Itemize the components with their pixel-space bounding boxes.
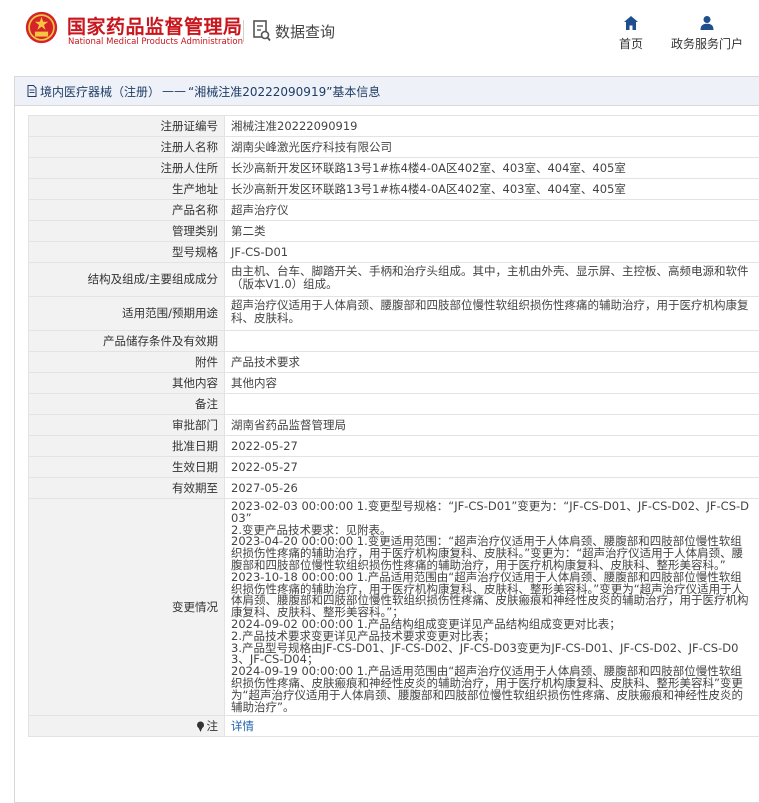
- field-label: 管理类别: [28, 220, 225, 242]
- field-label: 生效日期: [28, 456, 225, 478]
- field-value: 湖南尖峰激光医疗科技有限公司: [224, 136, 759, 158]
- user-icon: [700, 16, 714, 30]
- table-row: 附件 产品技术要求: [28, 351, 759, 373]
- field-value: 2022-05-27: [224, 456, 759, 478]
- details-link[interactable]: 详情: [231, 719, 254, 733]
- field-label: 其他内容: [28, 372, 225, 394]
- table-row: 其他内容 其他内容: [28, 372, 759, 394]
- document-icon: [27, 85, 37, 97]
- table-row: 有效期至 2027-05-26: [28, 477, 759, 499]
- site-title-en: National Medical Products Administration: [68, 37, 243, 47]
- data-query-label: 数据查询: [275, 22, 336, 41]
- field-value: 2022-05-27: [224, 435, 759, 457]
- site-title[interactable]: 国家药品监督管理局: [67, 12, 243, 39]
- table-row: 注册证编号 湘械注准20222090919: [28, 115, 759, 137]
- nav-home-label: 首页: [618, 37, 643, 51]
- table-row: 生产地址 长沙高新开发区环联路13号1#栋4楼4-0A区402室、403室、40…: [28, 178, 759, 200]
- table-row: 型号规格 JF-CS-D01: [28, 241, 759, 263]
- table-row: 适用范围/预期用途 超声治疗仪适用于人体肩颈、腰腹部和四肢部位慢性软组织损伤性疼…: [28, 296, 759, 331]
- detail-panel: 境内医疗器械（注册） —— “湘械注准20222090919”基本信息 注册证编…: [14, 76, 759, 803]
- table-row: 批准日期 2022-05-27: [28, 435, 759, 457]
- nav-home[interactable]: 首页: [613, 15, 649, 52]
- table-row-changes: 变更情况 2023-02-03 00:00:00 1.变更型号规格：“JF-CS…: [28, 497, 759, 717]
- pin-icon: [196, 721, 204, 732]
- table-row: 审批部门 湖南省药品监督管理局: [28, 414, 759, 436]
- change-line: 2024-09-19 00:00:00 1.产品适用范围由“超声治疗仪适用于人体…: [231, 664, 743, 714]
- table-row: 生效日期 2022-05-27: [28, 456, 759, 478]
- note-value: 详情: [224, 715, 759, 738]
- change-line: 2023-10-18 00:00:00 1.产品适用范围由“超声治疗仪适用于人体…: [231, 569, 749, 620]
- data-query-icon: [253, 20, 271, 42]
- changes-label: 变更情况: [28, 497, 225, 717]
- field-value: 第二类: [224, 220, 759, 242]
- table-row: 产品名称 超声治疗仪: [28, 199, 759, 221]
- breadcrumb-record: “湘械注准20222090919”基本信息: [188, 84, 381, 99]
- breadcrumb-category[interactable]: 境内医疗器械（注册）: [40, 83, 160, 100]
- field-label: 结构及组成/主要组成成分: [28, 262, 225, 297]
- field-label: 备注: [28, 393, 225, 415]
- table-row-note: 注 详情: [28, 715, 759, 738]
- field-label: 产品名称: [28, 199, 225, 221]
- field-value: 长沙高新开发区环联路13号1#栋4楼4-0A区402室、403室、404室、40…: [224, 157, 759, 179]
- field-value: [224, 393, 759, 415]
- field-value: JF-CS-D01: [224, 241, 759, 263]
- field-value: 其他内容: [224, 372, 759, 394]
- field-value: 超声治疗仪: [224, 199, 759, 221]
- field-value: 超声治疗仪适用于人体肩颈、腰腹部和四肢部位慢性软组织损伤性疼痛的辅助治疗，用于医…: [224, 296, 759, 331]
- registration-info-table: 注册证编号 湘械注准20222090919 注册人名称 湖南尖峰激光医疗科技有限…: [28, 115, 759, 738]
- field-label: 型号规格: [28, 241, 225, 263]
- field-value: 产品技术要求: [224, 351, 759, 373]
- site-header: 国家药品监督管理局 National Medical Products Admi…: [0, 0, 759, 66]
- table-row: 注册人住所 长沙高新开发区环联路13号1#栋4楼4-0A区402室、403室、4…: [28, 157, 759, 179]
- nav-gov-portal-label: 政务服务门户: [670, 37, 743, 51]
- field-value: [224, 330, 759, 352]
- table-row: 管理类别 第二类: [28, 220, 759, 242]
- breadcrumb-separator: ——: [162, 84, 187, 98]
- change-line: 2023-04-20 00:00:00 1.变更适用范围：“超声治疗仪适用于人体…: [231, 534, 744, 572]
- field-label: 生产地址: [28, 178, 225, 200]
- data-query-heading[interactable]: 数据查询: [253, 20, 335, 42]
- field-label: 注册证编号: [28, 115, 225, 137]
- field-value: 2027-05-26: [224, 477, 759, 499]
- field-label: 注册人住所: [28, 157, 225, 179]
- note-label-cell: 注: [28, 715, 225, 738]
- national-emblem-icon: [25, 11, 58, 44]
- table-row: 备注: [28, 393, 759, 415]
- table-row: 注册人名称 湖南尖峰激光医疗科技有限公司: [28, 136, 759, 158]
- change-line: 2023-02-03 00:00:00 1.变更型号规格：“JF-CS-D01”…: [231, 499, 749, 525]
- changes-value: 2023-02-03 00:00:00 1.变更型号规格：“JF-CS-D01”…: [224, 497, 759, 717]
- change-line: 3.产品型号规格由JF-CS-D01、JF-CS-D02、JF-CS-D03变更…: [231, 640, 739, 667]
- field-label: 注册人名称: [28, 136, 225, 158]
- field-label: 有效期至: [28, 477, 225, 499]
- field-label: 批准日期: [28, 435, 225, 457]
- home-icon: [624, 16, 638, 30]
- header-divider: [243, 20, 244, 42]
- field-value: 长沙高新开发区环联路13号1#栋4楼4-0A区402室、403室、404室、40…: [224, 178, 759, 200]
- field-value: 由主机、台车、脚踏开关、手柄和治疗头组成。其中，主机由外壳、显示屏、主控板、高频…: [224, 262, 759, 297]
- field-label: 适用范围/预期用途: [28, 296, 225, 331]
- table-row: 结构及组成/主要组成成分 由主机、台车、脚踏开关、手柄和治疗头组成。其中，主机由…: [28, 262, 759, 297]
- breadcrumb: 境内医疗器械（注册） —— “湘械注准20222090919”基本信息: [15, 77, 759, 106]
- field-value: 湘械注准20222090919: [224, 115, 759, 137]
- field-label: 附件: [28, 351, 225, 373]
- note-label: 注: [206, 718, 219, 733]
- field-label: 产品储存条件及有效期: [28, 330, 225, 352]
- field-value: 湖南省药品监督管理局: [224, 414, 759, 436]
- table-row: 产品储存条件及有效期: [28, 330, 759, 352]
- field-label: 审批部门: [28, 414, 225, 436]
- nav-gov-portal[interactable]: 政务服务门户: [665, 15, 749, 52]
